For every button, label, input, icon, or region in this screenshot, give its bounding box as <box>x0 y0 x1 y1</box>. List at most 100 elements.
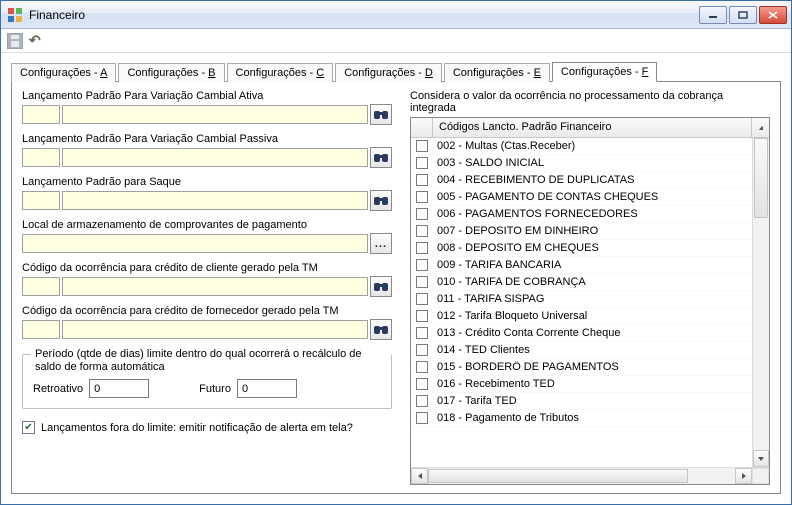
row-checkbox[interactable] <box>411 191 433 203</box>
row-text: 009 - TARIFA BANCARIA <box>433 259 752 271</box>
row-checkbox[interactable] <box>411 378 433 390</box>
lookup-saque[interactable] <box>370 190 392 211</box>
binoculars-icon <box>374 324 388 336</box>
row-checkbox[interactable] <box>411 174 433 186</box>
desc-saque[interactable] <box>62 191 368 210</box>
row-checkbox[interactable] <box>411 310 433 322</box>
code-variacao-ativa[interactable] <box>22 105 60 124</box>
tab-config-e[interactable]: Configurações - E <box>444 63 550 82</box>
table-row[interactable]: 008 - DEPOSITO EM CHEQUES <box>411 240 752 257</box>
row-checkbox[interactable] <box>411 412 433 424</box>
minimize-button[interactable] <box>699 6 727 24</box>
table-row[interactable]: 013 - Crédito Conta Corrente Cheque <box>411 325 752 342</box>
code-saque[interactable] <box>22 191 60 210</box>
scroll-down-button[interactable] <box>753 450 769 467</box>
code-credito-cliente[interactable] <box>22 277 60 296</box>
row-checkbox[interactable] <box>411 395 433 407</box>
table-row[interactable]: 007 - DEPOSITO EM DINHEIRO <box>411 223 752 240</box>
row-checkbox[interactable] <box>411 242 433 254</box>
desc-credito-fornecedor[interactable] <box>62 320 368 339</box>
binoculars-icon <box>374 195 388 207</box>
lookup-credito-cliente[interactable] <box>370 276 392 297</box>
table-row[interactable]: 003 - SALDO INICIAL <box>411 155 752 172</box>
tab-config-c[interactable]: Configurações - C <box>227 63 334 82</box>
app-icon <box>7 7 23 23</box>
tab-config-d[interactable]: Configurações - D <box>335 63 442 82</box>
row-text: 014 - TED Clientes <box>433 344 752 356</box>
row-text: 017 - Tarifa TED <box>433 395 752 407</box>
lookup-variacao-passiva[interactable] <box>370 147 392 168</box>
scroll-right-button[interactable] <box>735 468 752 484</box>
save-icon[interactable] <box>7 33 23 49</box>
code-credito-fornecedor[interactable] <box>22 320 60 339</box>
toolbar: ↶ <box>1 29 791 53</box>
undo-icon[interactable]: ↶ <box>29 32 41 49</box>
row-checkbox[interactable] <box>411 259 433 271</box>
row-text: 005 - PAGAMENTO DE CONTAS CHEQUES <box>433 191 752 203</box>
close-button[interactable] <box>759 6 787 24</box>
table-row[interactable]: 005 - PAGAMENTO DE CONTAS CHEQUES <box>411 189 752 206</box>
right-column: Considera o valor da ocorrência no proce… <box>410 90 770 485</box>
row-text: 011 - TARIFA SISPAG <box>433 293 752 305</box>
label-local-armazenamento: Local de armazenamento de comprovantes d… <box>22 219 392 231</box>
horizontal-scrollbar[interactable] <box>411 467 769 484</box>
table-row[interactable]: 011 - TARIFA SISPAG <box>411 291 752 308</box>
scroll-left-button[interactable] <box>411 468 428 484</box>
client-area: Configurações - AConfigurações - BConfig… <box>1 53 791 504</box>
grid-header-scroll-up[interactable] <box>752 118 769 137</box>
grid-header: Códigos Lancto. Padrão Financeiro <box>411 118 769 138</box>
browse-local-armazenamento[interactable]: ... <box>370 233 392 254</box>
checkbox-notificacao-alerta[interactable]: ✔ <box>22 421 35 434</box>
horizontal-scroll-thumb[interactable] <box>428 469 688 483</box>
checkbox-icon <box>416 395 428 407</box>
table-row[interactable]: 010 - TARIFA DE COBRANÇA <box>411 274 752 291</box>
titlebar[interactable]: Financeiro <box>1 1 791 29</box>
vertical-scrollbar[interactable] <box>752 138 769 467</box>
table-row[interactable]: 004 - RECEBIMENTO DE DUPLICATAS <box>411 172 752 189</box>
row-checkbox[interactable] <box>411 344 433 356</box>
checkbox-icon <box>416 259 428 271</box>
tab-config-f[interactable]: Configurações - F <box>552 62 657 82</box>
table-row[interactable]: 015 - BORDERÔ DE PAGAMENTOS <box>411 359 752 376</box>
lookup-credito-fornecedor[interactable] <box>370 319 392 340</box>
table-row[interactable]: 014 - TED Clientes <box>411 342 752 359</box>
row-checkbox[interactable] <box>411 225 433 237</box>
row-checkbox[interactable] <box>411 327 433 339</box>
path-local-armazenamento[interactable] <box>22 234 368 253</box>
table-row[interactable]: 016 - Recebimento TED <box>411 376 752 393</box>
futuro-input[interactable] <box>237 379 297 398</box>
row-checkbox[interactable] <box>411 276 433 288</box>
tab-config-b[interactable]: Configurações - B <box>118 63 224 82</box>
tab-config-a[interactable]: Configurações - A <box>11 63 116 82</box>
table-row[interactable]: 018 - Pagamento de Tributos <box>411 410 752 427</box>
desc-credito-cliente[interactable] <box>62 277 368 296</box>
row-checkbox[interactable] <box>411 157 433 169</box>
row-checkbox[interactable] <box>411 208 433 220</box>
binoculars-icon <box>374 281 388 293</box>
table-row[interactable]: 009 - TARIFA BANCARIA <box>411 257 752 274</box>
row-checkbox[interactable] <box>411 361 433 373</box>
code-variacao-passiva[interactable] <box>22 148 60 167</box>
row-checkbox[interactable] <box>411 140 433 152</box>
retroativo-input[interactable] <box>89 379 149 398</box>
grid-header-codigos[interactable]: Códigos Lancto. Padrão Financeiro <box>433 118 752 137</box>
row-text: 013 - Crédito Conta Corrente Cheque <box>433 327 752 339</box>
grid-header-check[interactable] <box>411 118 433 137</box>
row-text: 007 - DEPOSITO EM DINHEIRO <box>433 225 752 237</box>
table-row[interactable]: 006 - PAGAMENTOS FORNECEDORES <box>411 206 752 223</box>
label-saque: Lançamento Padrão para Saque <box>22 176 392 188</box>
lookup-variacao-ativa[interactable] <box>370 104 392 125</box>
checkbox-icon <box>416 276 428 288</box>
maximize-button[interactable] <box>729 6 757 24</box>
desc-variacao-ativa[interactable] <box>62 105 368 124</box>
table-row[interactable]: 012 - Tarifa Bloqueto Universal <box>411 308 752 325</box>
table-row[interactable]: 017 - Tarifa TED <box>411 393 752 410</box>
desc-variacao-passiva[interactable] <box>62 148 368 167</box>
row-checkbox[interactable] <box>411 293 433 305</box>
binoculars-icon <box>374 152 388 164</box>
table-row[interactable]: 002 - Multas (Ctas.Receber) <box>411 138 752 155</box>
vertical-scroll-thumb[interactable] <box>754 138 768 218</box>
tab-bar: Configurações - AConfigurações - BConfig… <box>11 59 781 81</box>
label-variacao-passiva: Lançamento Padrão Para Variação Cambial … <box>22 133 392 145</box>
checkbox-icon <box>416 293 428 305</box>
